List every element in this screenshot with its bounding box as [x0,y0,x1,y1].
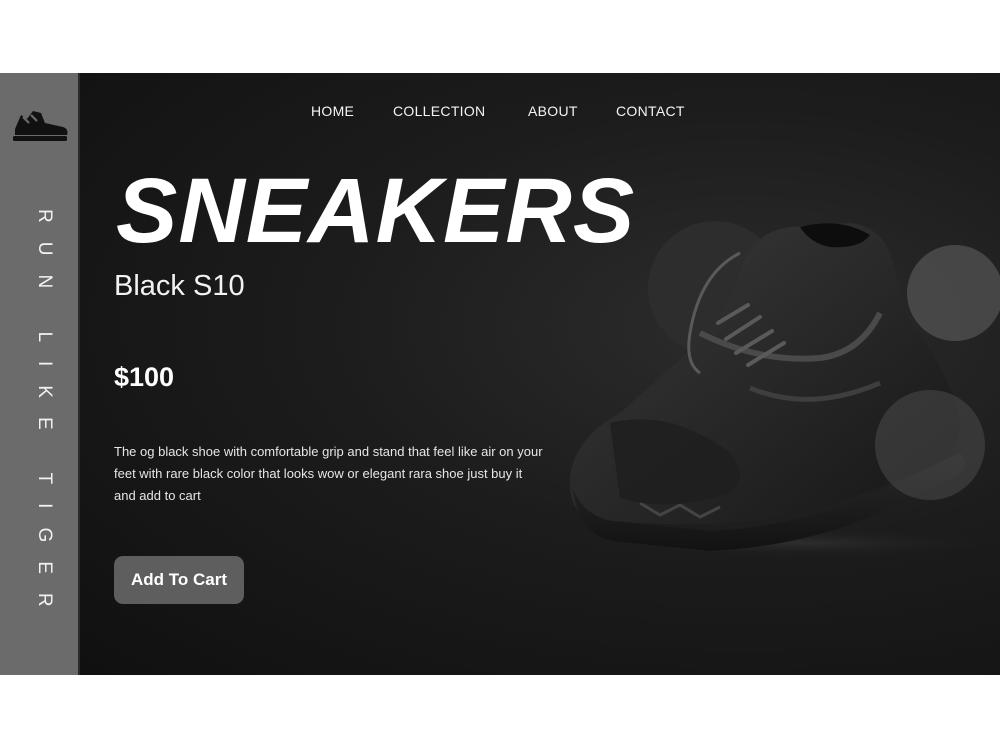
nav-about[interactable]: ABOUT [528,103,578,119]
product-name: Black S10 [114,270,245,302]
sidebar: RUN LIKE TIGER [0,73,80,675]
brand-tagline: RUN LIKE TIGER [34,209,55,626]
nav-contact[interactable]: CONTACT [616,103,685,119]
nav-home[interactable]: HOME [311,103,354,119]
sneaker-icon[interactable] [11,105,69,145]
product-description: The og black shoe with comfortable grip … [114,444,543,503]
nav-collection[interactable]: COLLECTION [393,103,485,119]
hero-section: HOME COLLECTION ABOUT CONTACT SNEAKERS B… [80,73,1000,675]
product-price: $100 [114,362,175,392]
add-to-cart-button[interactable]: Add To Cart [114,556,244,604]
page-title: SNEAKERS [116,160,636,262]
landing-page-frame: RUN LIKE TIGER HOME COLLECTION ABOUT CON… [0,73,1000,675]
decor-circle-top [907,245,1000,341]
decor-circle-bottom [875,390,985,500]
top-navigation: HOME COLLECTION ABOUT CONTACT [80,103,1000,123]
product-image [569,221,1000,559]
